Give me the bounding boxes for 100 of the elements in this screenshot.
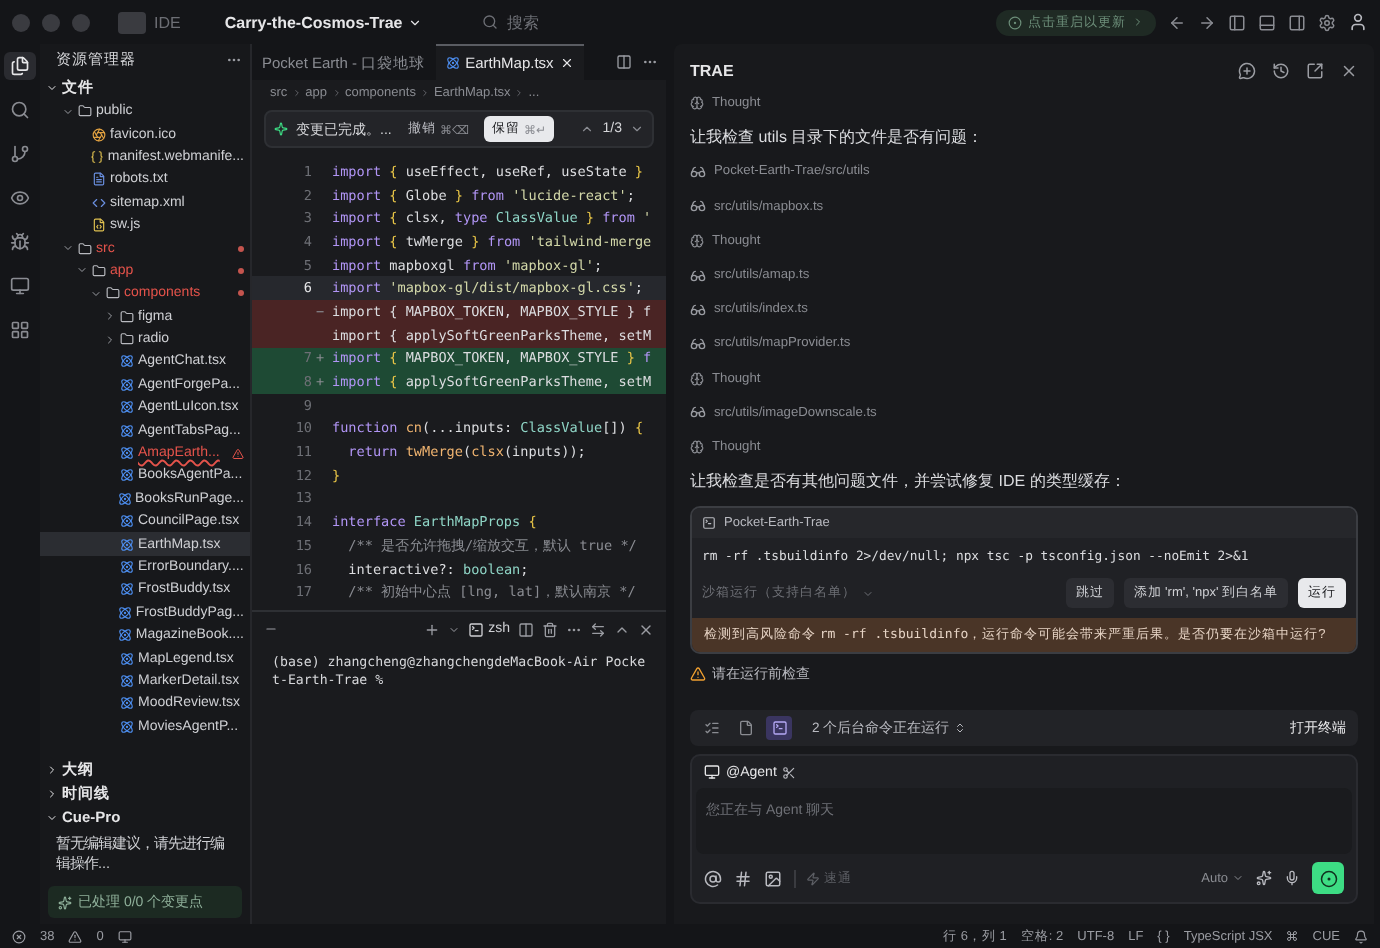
atom-icon [120, 514, 134, 529]
mode-toggle[interactable]: IDE [118, 11, 181, 33]
glasses-icon [690, 267, 706, 284]
folder-icon [78, 241, 92, 256]
search-icon [482, 14, 499, 30]
files-icon [10, 56, 30, 76]
modified-dot [238, 290, 244, 297]
terminal-tab[interactable] [766, 716, 792, 741]
previous-icon[interactable] [580, 122, 595, 136]
atom-icon [120, 719, 134, 734]
next-icon[interactable] [630, 122, 644, 136]
hash-icon[interactable] [734, 869, 752, 887]
warning-icon[interactable] [68, 929, 83, 943]
glasses-icon [690, 404, 706, 421]
chevron-icon [46, 82, 58, 94]
document-icon [92, 172, 106, 187]
file-icon [737, 720, 753, 737]
image-icon[interactable] [764, 869, 782, 887]
eye-icon [10, 188, 30, 208]
terminal-icon [468, 621, 485, 637]
scissors-icon[interactable] [782, 765, 797, 780]
sparkle-icon [274, 122, 288, 136]
mention-icon[interactable] [704, 869, 722, 887]
close-icon[interactable] [638, 621, 654, 637]
dot-icon [1319, 869, 1337, 887]
atom-icon [117, 491, 132, 506]
sparkles-icon[interactable] [1256, 870, 1272, 886]
panel-bottom-icon[interactable] [1258, 13, 1276, 31]
panel-title: TRAE [690, 61, 734, 79]
settings-icon[interactable] [1318, 13, 1336, 31]
branch-icon [10, 144, 30, 164]
caret-icon [1232, 872, 1244, 884]
new-chat-icon[interactable] [1238, 61, 1256, 79]
project-menu[interactable]: Carry-the-Cosmos-Trae [216, 13, 431, 31]
chevron-icon [419, 88, 430, 98]
monitor-icon [10, 276, 30, 296]
history-icon[interactable] [1272, 61, 1290, 79]
error-icon[interactable] [12, 929, 26, 943]
panel-left-icon[interactable] [1228, 13, 1246, 31]
chevron-icon [1132, 16, 1144, 28]
atom-icon [120, 468, 134, 483]
close-icon[interactable] [1340, 61, 1358, 79]
braces-icon [89, 149, 104, 164]
terminal-icon [702, 516, 716, 531]
atom-icon [120, 696, 134, 711]
search-field[interactable]: 搜索 [482, 11, 539, 33]
atom-icon [120, 560, 134, 574]
atom-icon [120, 354, 134, 369]
avatar-icon[interactable] [1348, 12, 1368, 32]
warning-icon [232, 447, 244, 460]
folder-icon [120, 309, 134, 324]
atom-icon [120, 537, 134, 552]
atom-icon [120, 377, 134, 392]
lightning-icon [806, 871, 820, 885]
forward-icon[interactable] [1198, 13, 1216, 31]
panel-right-icon[interactable] [1288, 13, 1306, 31]
sparkles-icon [58, 895, 72, 909]
split-icon[interactable] [518, 621, 534, 637]
external-icon[interactable] [1306, 61, 1324, 79]
glasses-icon [690, 163, 706, 180]
terminal-icon [771, 720, 787, 737]
glasses-icon [690, 335, 706, 352]
mic-icon[interactable] [1284, 870, 1300, 886]
glasses-icon [690, 198, 706, 215]
atom-icon [120, 400, 134, 415]
grid-icon [10, 320, 30, 340]
aperture-icon [92, 127, 106, 142]
caret-icon[interactable] [448, 623, 461, 635]
minus-icon[interactable] [264, 622, 278, 636]
modified-dot [238, 267, 244, 274]
atom-icon [120, 582, 134, 597]
send-button[interactable] [1312, 862, 1344, 894]
atom-icon [120, 673, 134, 688]
glasses-icon [690, 301, 706, 318]
bug-icon [10, 232, 30, 252]
split-icon[interactable] [616, 54, 632, 70]
add-icon[interactable] [424, 621, 441, 637]
chevron-icon [514, 88, 525, 98]
command-icon [1286, 930, 1299, 942]
brain-icon [690, 439, 704, 454]
brain-icon [690, 371, 704, 386]
bell-icon[interactable] [1354, 929, 1368, 943]
code-icon [92, 195, 106, 210]
caret-icon [862, 587, 874, 600]
folder-icon [78, 104, 92, 119]
trash-icon[interactable] [542, 621, 558, 637]
folder-icon [120, 332, 134, 347]
swap-icon[interactable] [590, 621, 606, 637]
close-icon [559, 56, 574, 70]
files-tab[interactable] [4, 52, 36, 80]
folder-icon [92, 263, 106, 278]
atom-icon [120, 446, 134, 461]
atom-icon [445, 56, 460, 70]
brain-icon [690, 96, 704, 111]
toggle-icon [118, 11, 146, 33]
back-icon[interactable] [1168, 13, 1186, 31]
monitor-icon[interactable] [117, 929, 132, 943]
chevron-icon [331, 88, 342, 98]
atom-icon [117, 628, 132, 643]
modified-dot [238, 245, 244, 252]
